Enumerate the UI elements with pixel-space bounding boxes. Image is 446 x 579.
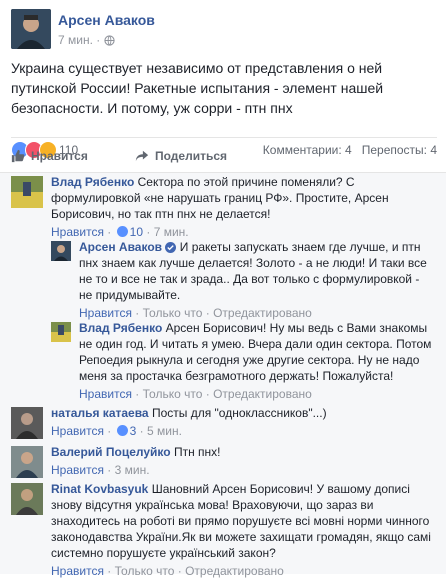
commenter-name[interactable]: Арсен Аваков	[79, 240, 162, 254]
comment-time[interactable]: Только что	[143, 306, 203, 320]
action-bar: Нравится Поделиться	[11, 144, 437, 170]
comment-like-link[interactable]: Нравится	[79, 387, 132, 401]
separator: ·	[139, 424, 144, 438]
separator: ·	[135, 306, 140, 320]
like-label: Нравится	[31, 149, 88, 163]
separator: ·	[146, 225, 151, 239]
comment-likes-count[interactable]: 10	[130, 225, 143, 239]
comment-like-link[interactable]: Нравится	[51, 225, 104, 239]
like-badge-icon	[116, 425, 128, 436]
commenter-name[interactable]: Влад Рябенко	[51, 175, 134, 189]
post-text: Украина существует независимо от предста…	[11, 60, 384, 116]
comment-likes-count[interactable]: 3	[130, 424, 137, 438]
thumbs-up-icon	[11, 149, 25, 163]
commenter-name[interactable]: Rinat Kovbasyuk	[51, 482, 148, 496]
comment-meta: Нравится · 3 · 5 мин.	[51, 423, 434, 439]
commenter-name[interactable]: наталья катаева	[51, 406, 149, 420]
like-badge-icon	[116, 226, 128, 237]
separator: ·	[96, 33, 101, 47]
comment-like-link[interactable]: Нравится	[51, 463, 104, 477]
separator: ·	[205, 387, 210, 401]
globe-icon[interactable]	[103, 35, 115, 46]
share-label: Поделиться	[155, 149, 228, 163]
post-time[interactable]: 7 мин.	[58, 33, 93, 47]
comment-body: Rinat Kovbasyuk Шановний Арсен Борисович…	[51, 481, 434, 579]
edited-label[interactable]: Отредактировано	[213, 306, 312, 320]
separator: ·	[107, 463, 112, 477]
comment-meta: Нравится · Только что · Отредактировано	[51, 563, 434, 579]
commenter-name[interactable]: Валерий Поцелуйко	[51, 445, 171, 459]
comment-meta: Нравится · 10 · 7 мин.	[51, 224, 434, 240]
edited-label[interactable]: Отредактировано	[213, 387, 312, 401]
comment-body: наталья катаева Посты для "однокласснико…	[51, 405, 434, 439]
comment-text: Посты для "одноклассников"...)	[151, 406, 327, 420]
like-button[interactable]: Нравится	[11, 149, 88, 163]
facebook-post: Арсен Аваков 7 мин. · Украина существует…	[0, 0, 446, 578]
verified-icon	[165, 242, 177, 253]
comment-meta: Нравится · Только что · Отредактировано	[79, 305, 435, 321]
commenter-avatar[interactable]	[11, 483, 43, 515]
separator: ·	[135, 387, 140, 401]
comment-time[interactable]: 3 мин.	[115, 463, 150, 477]
separator: ·	[107, 424, 112, 438]
post-meta: 7 мин. ·	[58, 33, 115, 47]
comment-body: Валерий Поцелуйко Птн пнх! Нравится · 3 …	[51, 444, 434, 478]
comment-meta: Нравится · Только что · Отредактировано	[79, 386, 435, 402]
comment-time[interactable]: Только что	[143, 387, 203, 401]
comment-body: Влад Рябенко Арсен Борисович! Ну мы ведь…	[79, 320, 435, 402]
author-avatar[interactable]	[11, 9, 51, 49]
edited-label[interactable]: Отредактировано	[185, 564, 284, 578]
commenter-avatar[interactable]	[51, 322, 71, 342]
separator: ·	[177, 564, 182, 578]
comment-time[interactable]: Только что	[115, 564, 175, 578]
commenter-avatar[interactable]	[51, 241, 71, 261]
comment-text: Птн пнх!	[173, 445, 221, 459]
share-icon	[135, 150, 149, 162]
separator: ·	[107, 225, 112, 239]
comment-like-link[interactable]: Нравится	[51, 564, 104, 578]
share-button[interactable]: Поделиться	[135, 149, 227, 163]
comment-like-link[interactable]: Нравится	[51, 424, 104, 438]
separator: ·	[205, 306, 210, 320]
comment-meta: Нравится · 3 мин.	[51, 462, 434, 478]
comment-body: Арсен Аваков И ракеты запускать знаем гд…	[79, 239, 435, 321]
comment-body: Влад Рябенко Сектора по этой причине пом…	[51, 174, 434, 240]
comment-like-link[interactable]: Нравится	[79, 306, 132, 320]
commenter-avatar[interactable]	[11, 446, 43, 478]
separator: ·	[107, 564, 112, 578]
commenter-name[interactable]: Влад Рябенко	[79, 321, 162, 335]
divider	[11, 137, 437, 138]
comment-time[interactable]: 7 мин.	[154, 225, 189, 239]
commenter-avatar[interactable]	[11, 407, 43, 439]
commenter-avatar[interactable]	[11, 176, 43, 208]
comment-time[interactable]: 5 мин.	[147, 424, 182, 438]
comments-section: Влад Рябенко Сектора по этой причине пом…	[0, 172, 446, 578]
author-name[interactable]: Арсен Аваков	[58, 12, 155, 28]
